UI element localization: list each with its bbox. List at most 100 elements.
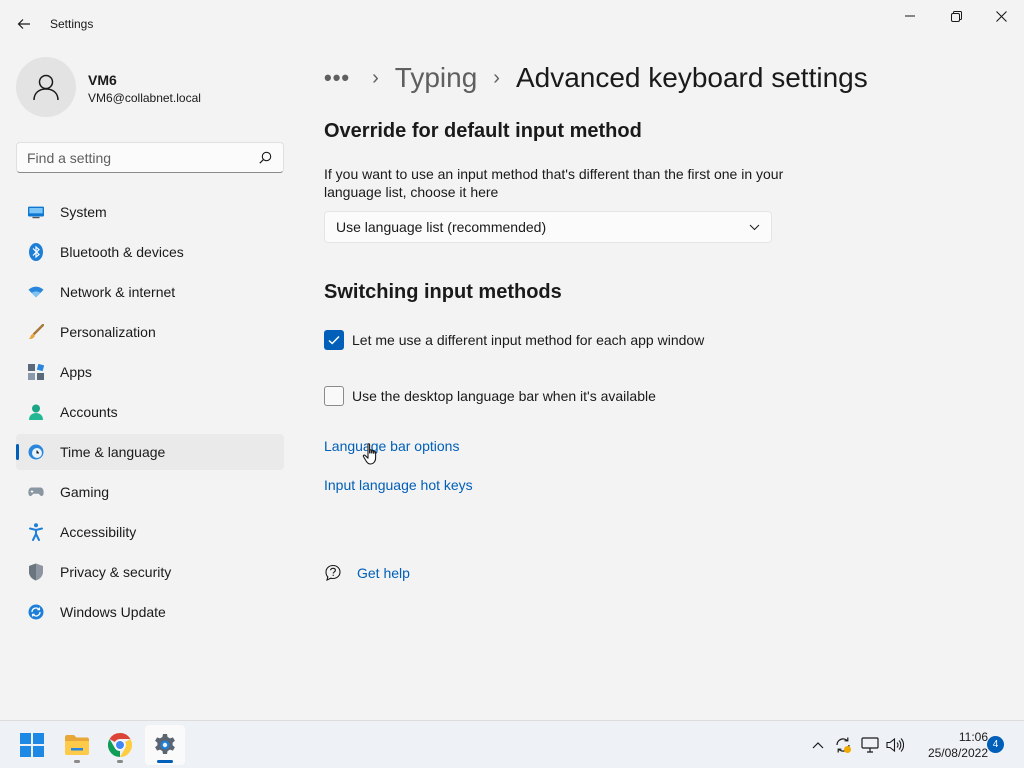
override-heading: Override for default input method <box>324 120 642 142</box>
app-title: Settings <box>50 17 94 31</box>
chevron-right-icon: › <box>372 66 379 89</box>
tray-volume-button[interactable] <box>885 735 905 755</box>
sidebar-item-label: Privacy & security <box>60 564 172 580</box>
tray-sync-button[interactable] <box>833 735 853 755</box>
restore-button[interactable] <box>933 0 979 32</box>
minimize-button[interactable] <box>887 0 933 32</box>
title-bar: Settings <box>0 0 1024 48</box>
help-icon <box>324 564 342 582</box>
accounts-icon <box>28 404 44 420</box>
user-email: VM6@collabnet.local <box>88 91 201 105</box>
sidebar-item-label: Time & language <box>60 444 166 460</box>
close-button[interactable] <box>978 0 1024 32</box>
notification-count-badge[interactable]: 4 <box>987 736 1004 753</box>
taskbar: 11:06 25/08/2022 4 <box>0 720 1024 768</box>
running-indicator <box>74 760 80 763</box>
minimize-icon <box>905 15 915 17</box>
checkbox-label: Let me use a different input method for … <box>352 332 705 348</box>
sidebar-item-bluetooth[interactable]: Bluetooth & devices <box>16 234 284 270</box>
sidebar-item-accessibility[interactable]: Accessibility <box>16 514 284 550</box>
restore-icon <box>950 10 962 22</box>
checkbox-label: Use the desktop language bar when it's a… <box>352 388 656 404</box>
language-bar-options-link[interactable]: Language bar options <box>324 438 459 454</box>
chevron-right-icon: › <box>493 66 500 89</box>
per-app-input-method-option[interactable]: Let me use a different input method for … <box>324 330 704 350</box>
windows-logo-icon <box>20 733 44 757</box>
per-app-input-method-checkbox[interactable] <box>324 330 344 350</box>
sidebar-item-personalization[interactable]: Personalization <box>16 314 284 350</box>
desktop-language-bar-checkbox[interactable] <box>324 386 344 406</box>
sidebar-item-label: Network & internet <box>60 284 176 300</box>
dropdown-selected-value: Use language list (recommended) <box>336 219 547 235</box>
breadcrumb: ••• › Typing › Advanced keyboard setting… <box>324 58 868 98</box>
tray-network-button[interactable] <box>860 735 880 755</box>
time-language-icon <box>28 444 44 460</box>
checkmark-icon <box>328 335 340 345</box>
close-icon <box>995 10 1007 22</box>
search-icon[interactable] <box>257 150 273 166</box>
input-language-hot-keys-link[interactable]: Input language hot keys <box>324 477 473 493</box>
folder-icon <box>65 735 89 755</box>
sidebar-item-network[interactable]: Network & internet <box>16 274 284 310</box>
clock-time: 11:06 <box>958 730 988 744</box>
sidebar-item-apps[interactable]: Apps <box>16 354 284 390</box>
hand-cursor-icon <box>362 443 377 465</box>
taskbar-chrome[interactable] <box>100 725 140 765</box>
sidebar-item-time-language[interactable]: Time & language <box>16 434 284 470</box>
speaker-icon <box>886 737 904 753</box>
personalization-icon <box>28 324 44 340</box>
input-method-dropdown[interactable]: Use language list (recommended) <box>324 211 772 243</box>
sidebar-item-system[interactable]: System <box>16 194 284 230</box>
user-icon <box>33 74 59 101</box>
search-input[interactable] <box>27 149 257 166</box>
sync-icon <box>836 737 851 753</box>
switching-heading: Switching input methods <box>324 281 562 303</box>
chevron-up-icon <box>812 742 824 749</box>
taskbar-file-explorer[interactable] <box>57 725 97 765</box>
sidebar-item-label: Accounts <box>60 404 118 420</box>
sidebar-item-gaming[interactable]: Gaming <box>16 474 284 510</box>
privacy-icon <box>28 563 44 581</box>
breadcrumb-more-button[interactable]: ••• <box>324 65 350 91</box>
sidebar-item-label: Apps <box>60 364 92 380</box>
bluetooth-icon <box>28 243 44 261</box>
sidebar-item-label: Windows Update <box>60 604 166 620</box>
running-indicator <box>117 760 123 763</box>
chevron-down-icon <box>749 224 760 230</box>
system-icon <box>28 204 44 220</box>
sidebar-item-accounts[interactable]: Accounts <box>16 394 284 430</box>
get-help-label: Get help <box>357 565 410 581</box>
breadcrumb-parent-link[interactable]: Typing <box>395 62 478 94</box>
sidebar-item-label: Bluetooth & devices <box>60 244 184 260</box>
chrome-icon <box>108 733 132 757</box>
show-hidden-icons-button[interactable] <box>808 735 828 755</box>
accessibility-icon <box>28 523 44 541</box>
sidebar-item-label: Gaming <box>60 484 110 500</box>
sidebar-item-label: System <box>60 204 107 220</box>
desktop-language-bar-option[interactable]: Use the desktop language bar when it's a… <box>324 386 656 406</box>
sidebar-item-label: Accessibility <box>60 524 137 540</box>
override-description: If you want to use an input method that'… <box>324 166 784 200</box>
back-arrow-icon <box>17 19 30 29</box>
back-button[interactable] <box>12 10 36 38</box>
sidebar-item-windows-update[interactable]: Windows Update <box>16 594 284 630</box>
page-title: Advanced keyboard settings <box>515 62 868 93</box>
settings-gear-icon <box>155 734 175 754</box>
sidebar-item-label: Personalization <box>60 324 156 340</box>
taskbar-clock[interactable]: 11:06 25/08/2022 <box>912 729 988 761</box>
taskbar-settings[interactable] <box>145 725 185 765</box>
user-name: VM6 <box>88 72 117 88</box>
active-indicator <box>157 760 173 763</box>
network-monitor-icon <box>861 737 879 753</box>
search-box[interactable] <box>16 142 284 173</box>
sidebar-nav: System Bluetooth & devices Network & int… <box>16 194 284 634</box>
gaming-icon <box>28 484 44 500</box>
start-button[interactable] <box>12 725 52 765</box>
sidebar-item-privacy[interactable]: Privacy & security <box>16 554 284 590</box>
avatar[interactable] <box>16 57 76 117</box>
network-icon <box>28 284 44 300</box>
apps-icon <box>28 364 44 380</box>
windows-update-icon <box>28 604 44 620</box>
clock-date: 25/08/2022 <box>927 746 988 760</box>
get-help-link[interactable]: Get help <box>324 563 410 583</box>
